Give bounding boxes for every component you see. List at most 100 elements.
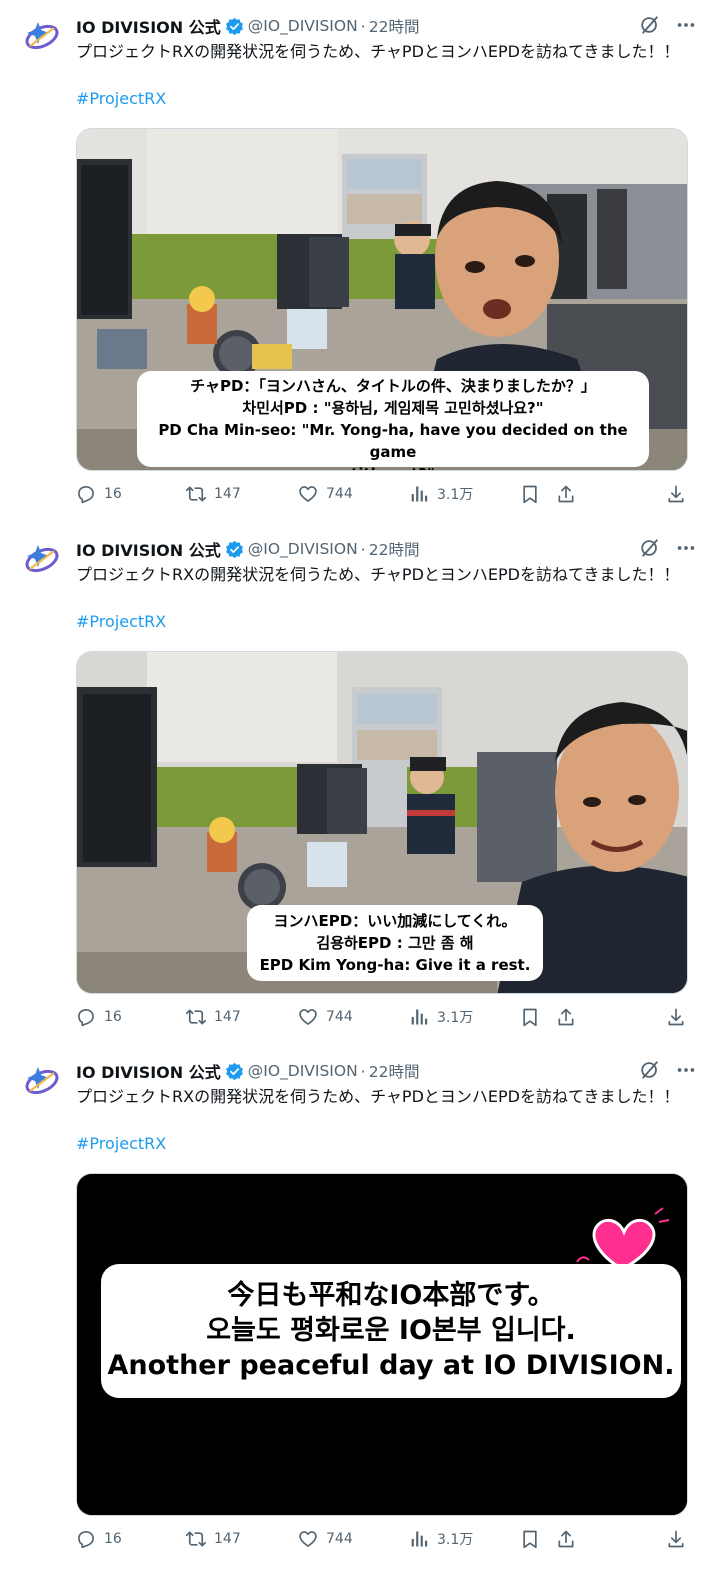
views-icon (409, 1007, 429, 1027)
reply-button[interactable]: 16 (76, 1529, 122, 1549)
timestamp[interactable]: 22時間 (369, 1060, 420, 1082)
retweet-button[interactable]: 147 (186, 1007, 241, 1027)
download-button[interactable] (666, 484, 694, 504)
retweet-count: 147 (214, 1531, 241, 1547)
caption-line-en: EPD Kim Yong-ha: Give it a rest. (259, 956, 531, 974)
tweet-header: IO DIVISION 公式 @IO_DIVISION · 22時間 (76, 537, 697, 561)
like-count: 744 (326, 1009, 353, 1025)
bookmark-button[interactable] (520, 1529, 548, 1549)
action-bar: 16 147 744 3.1万 (76, 1529, 692, 1557)
separator-dot: · (360, 1061, 366, 1081)
reply-icon (76, 1529, 96, 1549)
verified-badge-icon (225, 1062, 244, 1081)
reply-count: 16 (104, 1531, 122, 1547)
caption-line-en: PD Cha Min-seo: "Mr. Yong-ha, have you d… (158, 421, 628, 461)
views-button[interactable]: 3.1万 (409, 484, 473, 504)
grok-icon[interactable] (639, 1059, 661, 1081)
download-button[interactable] (666, 1529, 694, 1549)
download-icon (666, 1007, 686, 1027)
like-button[interactable]: 744 (298, 1007, 353, 1027)
retweet-count: 147 (214, 486, 241, 502)
tweet-text: プロジェクトRXの開発状況を伺うため、チャPDとヨンハEPDを訪ねてきました！！ (76, 42, 680, 61)
caption-line-ko: 오늘도 평화로운 IO본부 입니다. (206, 1315, 576, 1346)
hashtag-link[interactable]: #ProjectRX (76, 1134, 166, 1153)
views-icon (409, 484, 429, 504)
tweet[interactable]: IO DIVISION 公式 @IO_DIVISION · 22時間 プロジェク… (0, 1045, 717, 1567)
retweet-icon (186, 1007, 206, 1027)
separator-dot: · (360, 16, 366, 36)
views-icon (409, 1529, 429, 1549)
io-division-logo[interactable] (22, 1061, 62, 1101)
bookmark-icon (520, 1007, 540, 1027)
bookmark-icon (520, 484, 540, 504)
caption-line-ko: 차민서PD : "용하님, 게임제목 고민하셨나요?" (242, 399, 544, 417)
verified-badge-icon (225, 540, 244, 559)
like-button[interactable]: 744 (298, 1529, 353, 1549)
tweet-text: プロジェクトRXの開発状況を伺うため、チャPDとヨンハEPDを訪ねてきました！！ (76, 565, 680, 584)
grok-icon[interactable] (639, 14, 661, 36)
author-handle[interactable]: @IO_DIVISION (248, 17, 358, 35)
timestamp[interactable]: 22時間 (369, 538, 420, 560)
caption-line-ja: チャPD：「ヨンハさん、タイトルの件、決まりましたか？」 (190, 377, 596, 395)
share-icon (556, 1529, 576, 1549)
retweet-icon (186, 484, 206, 504)
tweet-media[interactable]: 今日も平和なIO本部です。 오늘도 평화로운 IO본부 입니다. Another… (76, 1173, 688, 1516)
author-handle[interactable]: @IO_DIVISION (248, 1062, 358, 1080)
download-button[interactable] (666, 1007, 694, 1027)
action-bar: 16 147 744 3.1万 (76, 484, 692, 512)
like-count: 744 (326, 1531, 353, 1547)
author-name[interactable]: IO DIVISION 公式 (76, 14, 221, 38)
like-count: 744 (326, 486, 353, 502)
tweet[interactable]: IO DIVISION 公式 @IO_DIVISION · 22時間 プロジェク… (0, 523, 717, 1045)
author-handle[interactable]: @IO_DIVISION (248, 540, 358, 558)
io-division-logo[interactable] (22, 539, 62, 579)
share-button[interactable] (556, 484, 584, 504)
reply-count: 16 (104, 486, 122, 502)
bookmark-button[interactable] (520, 484, 548, 504)
bookmark-button[interactable] (520, 1007, 548, 1027)
tweet-header: IO DIVISION 公式 @IO_DIVISION · 22時間 (76, 1059, 697, 1083)
tweet[interactable]: IO DIVISION 公式 @IO_DIVISION · 22時間 プロジェク… (0, 0, 717, 522)
retweet-icon (186, 1529, 206, 1549)
download-icon (666, 484, 686, 504)
views-button[interactable]: 3.1万 (409, 1529, 473, 1549)
video-caption: ヨンハEPD：いい加減にしてくれ。 김용하EPD : 그만 좀 해 EPD Ki… (247, 905, 543, 981)
like-icon (298, 1529, 318, 1549)
more-icon[interactable] (675, 14, 697, 36)
views-count: 3.1万 (437, 1532, 474, 1548)
share-button[interactable] (556, 1007, 584, 1027)
views-button[interactable]: 3.1万 (409, 1007, 473, 1027)
retweet-button[interactable]: 147 (186, 1529, 241, 1549)
caption-line-en: Another peaceful day at IO DIVISION. (107, 1350, 675, 1381)
reply-icon (76, 484, 96, 504)
views-count: 3.1万 (437, 1010, 474, 1026)
share-button[interactable] (556, 1529, 584, 1549)
like-icon (298, 484, 318, 504)
hashtag-link[interactable]: #ProjectRX (76, 89, 166, 108)
video-caption: 今日も平和なIO本部です。 오늘도 평화로운 IO본부 입니다. Another… (101, 1264, 681, 1398)
bookmark-icon (520, 1529, 540, 1549)
reply-button[interactable]: 16 (76, 1007, 122, 1027)
tweet-media[interactable]: ヨンハEPD：いい加減にしてくれ。 김용하EPD : 그만 좀 해 EPD Ki… (76, 651, 688, 994)
author-name[interactable]: IO DIVISION 公式 (76, 1059, 221, 1083)
share-icon (556, 1007, 576, 1027)
video-caption: チャPD：「ヨンハさん、タイトルの件、決まりましたか？」 차민서PD : "용하… (137, 371, 649, 470)
caption-line-en-2: title yet?" (137, 463, 649, 470)
tweet-text: プロジェクトRXの開発状況を伺うため、チャPDとヨンハEPDを訪ねてきました！！ (76, 1087, 680, 1106)
more-icon[interactable] (675, 1059, 697, 1081)
hashtag-link[interactable]: #ProjectRX (76, 612, 166, 631)
author-name[interactable]: IO DIVISION 公式 (76, 537, 221, 561)
download-icon (666, 1529, 686, 1549)
reply-icon (76, 1007, 96, 1027)
tweet-media[interactable]: チャPD：「ヨンハさん、タイトルの件、決まりましたか？」 차민서PD : "용하… (76, 128, 688, 471)
reply-button[interactable]: 16 (76, 484, 122, 504)
more-icon[interactable] (675, 537, 697, 559)
retweet-button[interactable]: 147 (186, 484, 241, 504)
timestamp[interactable]: 22時間 (369, 15, 420, 37)
separator-dot: · (360, 539, 366, 559)
grok-icon[interactable] (639, 537, 661, 559)
caption-line-ko: 김용하EPD : 그만 좀 해 (316, 934, 474, 952)
like-button[interactable]: 744 (298, 484, 353, 504)
io-division-logo[interactable] (22, 16, 62, 56)
verified-badge-icon (225, 17, 244, 36)
